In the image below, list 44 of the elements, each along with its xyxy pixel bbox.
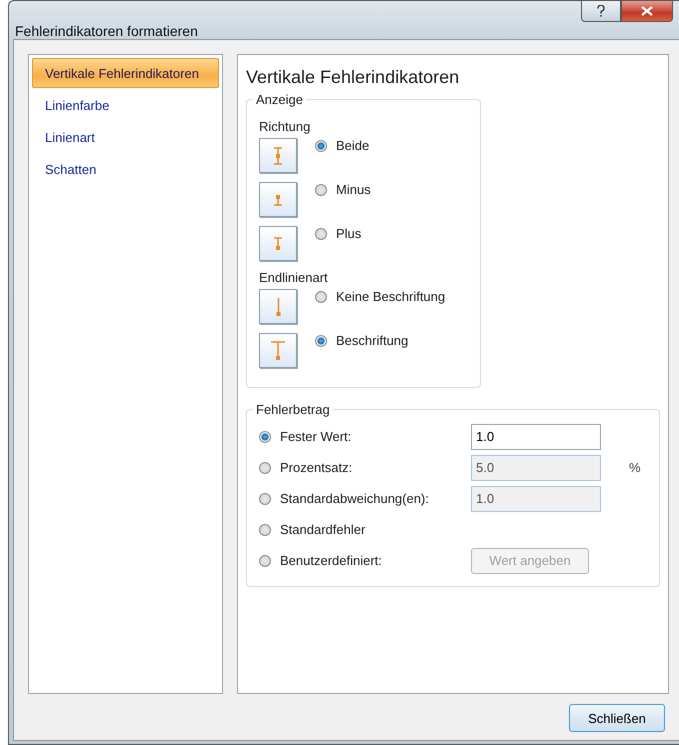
category-item[interactable]: Linienart	[32, 122, 219, 152]
unit-label: %	[629, 460, 641, 475]
radio-button[interactable]	[315, 228, 327, 240]
radio-label: Minus	[336, 182, 371, 197]
close-dialog-button[interactable]: Schließen	[569, 704, 665, 732]
radio-button[interactable]	[315, 290, 327, 302]
category-item[interactable]: Vertikale Fehlerindikatoren	[32, 58, 219, 88]
style-button[interactable]	[259, 138, 297, 173]
close-button[interactable]	[621, 1, 673, 22]
style-button[interactable]	[259, 226, 297, 261]
radio-label: Plus	[336, 226, 362, 241]
error-bar-icon	[273, 194, 283, 206]
style-button[interactable]	[259, 182, 297, 217]
category-item[interactable]: Schatten	[32, 154, 219, 184]
group-title: Anzeige	[255, 92, 304, 107]
radio-label: Prozentsatz:	[280, 460, 352, 475]
section-label: Endlinienart	[259, 270, 329, 285]
close-icon	[641, 6, 653, 16]
radio-label: Fester Wert:	[280, 429, 352, 444]
error-bar-icon	[276, 297, 280, 316]
error-bar-icon	[273, 146, 283, 164]
radio-button[interactable]	[315, 140, 327, 152]
radio-label: Keine Beschriftung	[336, 289, 446, 304]
radio-label: Beide	[336, 138, 370, 153]
section-label: Richtung	[259, 119, 312, 134]
value-field[interactable]: 1.0	[471, 424, 601, 450]
window-title: Fehlerindikatoren formatieren	[15, 23, 198, 39]
category-item[interactable]: Linienfarbe	[32, 90, 219, 120]
style-button[interactable]	[259, 333, 297, 368]
radio-button[interactable]	[315, 184, 327, 196]
radio-label: Benutzerdefiniert:	[280, 553, 382, 568]
error-bar-icon	[270, 341, 286, 360]
error-bar-icon	[273, 237, 283, 250]
radio-label: Beschriftung	[336, 333, 408, 348]
panel-heading: Vertikale Fehlerindikatoren	[246, 67, 460, 88]
radio-button[interactable]	[259, 430, 271, 442]
radio-label: Standardfehler	[280, 522, 366, 537]
help-button[interactable]	[581, 1, 621, 22]
group-title: Fehlerbetrag	[255, 402, 331, 417]
radio-button[interactable]	[315, 334, 327, 346]
radio-label: Standardabweichung(en):	[280, 491, 429, 506]
radio-button[interactable]	[259, 524, 271, 536]
style-button[interactable]	[259, 289, 297, 324]
help-icon	[597, 5, 605, 17]
